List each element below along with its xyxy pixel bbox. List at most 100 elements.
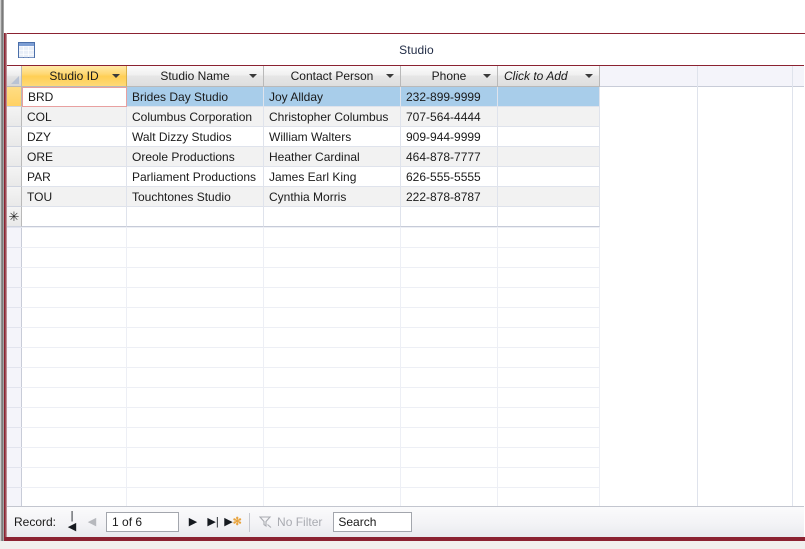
- column-header-label: Studio ID: [49, 69, 99, 83]
- row-selector[interactable]: [7, 87, 22, 107]
- table-row[interactable]: ORE Oreole Productions Heather Cardinal 464…: [7, 147, 600, 167]
- current-record-input[interactable]: 1 of 6: [106, 512, 180, 532]
- empty-row-line: [22, 387, 600, 388]
- cell-studio-id[interactable]: COL: [22, 107, 127, 127]
- right-filler-header: [600, 66, 804, 87]
- empty-selector-line: [7, 467, 22, 468]
- empty-row-line: [22, 267, 600, 268]
- cell-add-new[interactable]: [498, 147, 600, 167]
- cell-contact-person[interactable]: Christopher Columbus: [264, 107, 401, 127]
- chevron-down-icon[interactable]: [386, 74, 394, 78]
- empty-selector-line: [7, 427, 22, 428]
- column-header-studio-id[interactable]: Studio ID: [22, 66, 127, 87]
- cell-phone[interactable]: 626-555-5555: [401, 167, 498, 187]
- empty-selector-line: [7, 407, 22, 408]
- datasheet-grid: Studio ID Studio Name Contact Person Phone C…: [7, 66, 804, 506]
- cell-add-new[interactable]: [498, 87, 600, 107]
- previous-record-button[interactable]: ◀: [82, 512, 102, 532]
- column-header-label: Click to Add: [504, 69, 568, 83]
- cell-studio-name[interactable]: Touchtones Studio: [127, 187, 264, 207]
- cell-add-new[interactable]: [498, 167, 600, 187]
- filter-label: No Filter: [277, 515, 323, 529]
- empty-selector-line: [7, 247, 22, 248]
- cell-studio-id[interactable]: PAR: [22, 167, 127, 187]
- table-row[interactable]: BRD Brides Day Studio Joy Allday 232-899-99…: [7, 87, 600, 107]
- cell-studio-id[interactable]: DZY: [22, 127, 127, 147]
- cell-contact-person[interactable]: William Walters: [264, 127, 401, 147]
- table-row[interactable]: COL Columbus Corporation Christopher Colum…: [7, 107, 600, 127]
- empty-selector-line: [7, 447, 22, 448]
- column-header-row: Studio ID Studio Name Contact Person Phone C…: [7, 66, 600, 87]
- chevron-down-icon[interactable]: [249, 74, 257, 78]
- new-record-star-icon: ✻: [232, 515, 242, 528]
- new-record-cell[interactable]: [401, 207, 498, 227]
- record-navigation-bar: Record: |◀ ◀ 1 of 6 ▶ ▶| ▶ ✻ No Filter Se…: [7, 506, 804, 537]
- chevron-down-icon[interactable]: [112, 74, 120, 78]
- row-selector[interactable]: [7, 107, 22, 127]
- column-header-studio-name[interactable]: Studio Name: [127, 66, 264, 87]
- column-header-contact-person[interactable]: Contact Person: [264, 66, 401, 87]
- tab-label-studio[interactable]: Studio: [7, 43, 804, 57]
- right-filler-divider-1: [697, 66, 698, 506]
- cell-add-new[interactable]: [498, 187, 600, 207]
- row-selector[interactable]: [7, 187, 22, 207]
- empty-row-line: [22, 287, 600, 288]
- cell-add-new[interactable]: [498, 107, 600, 127]
- cell-phone[interactable]: 464-878-7777: [401, 147, 498, 167]
- filter-status[interactable]: No Filter: [257, 515, 330, 529]
- new-record-row[interactable]: ✳: [7, 207, 600, 227]
- new-record-cell[interactable]: [127, 207, 264, 227]
- cell-contact-person[interactable]: Cynthia Morris: [264, 187, 401, 207]
- cell-studio-name[interactable]: Columbus Corporation: [127, 107, 264, 127]
- empty-selector-line: [7, 267, 22, 268]
- document-tab-strip: Studio: [7, 34, 804, 66]
- cell-studio-id[interactable]: TOU: [22, 187, 127, 207]
- empty-selector-line: [7, 287, 22, 288]
- cell-contact-person[interactable]: Heather Cardinal: [264, 147, 401, 167]
- cell-add-new[interactable]: [498, 127, 600, 147]
- column-header-label: Studio Name: [160, 69, 230, 83]
- cell-phone[interactable]: 232-899-9999: [401, 87, 498, 107]
- cell-studio-id[interactable]: BRD: [22, 87, 127, 107]
- cell-studio-name[interactable]: Oreole Productions: [127, 147, 264, 167]
- cell-phone[interactable]: 222-878-8787: [401, 187, 498, 207]
- empty-row-line: [22, 467, 600, 468]
- select-all-corner-button[interactable]: [7, 66, 22, 87]
- column-header-phone[interactable]: Phone: [401, 66, 498, 87]
- cell-phone[interactable]: 707-564-4444: [401, 107, 498, 127]
- chevron-down-icon[interactable]: [483, 74, 491, 78]
- new-record-cell[interactable]: [22, 207, 127, 227]
- chevron-down-icon[interactable]: [585, 74, 593, 78]
- row-selector[interactable]: [7, 147, 22, 167]
- empty-row-line: [22, 307, 600, 308]
- table-row[interactable]: DZY Walt Dizzy Studios William Walters 909-…: [7, 127, 600, 147]
- table-row[interactable]: PAR Parliament Productions James Earl King…: [7, 167, 600, 187]
- record-navigation-controls: Record: |◀ ◀ 1 of 6 ▶ ▶| ▶ ✻ No Filter Se…: [8, 511, 413, 533]
- column-header-click-to-add[interactable]: Click to Add: [498, 66, 600, 87]
- right-filler-divider-2: [792, 66, 793, 506]
- below-window-strip: [0, 541, 805, 549]
- cell-phone[interactable]: 909-944-9999: [401, 127, 498, 147]
- new-record-cell[interactable]: [264, 207, 401, 227]
- empty-row-line: [22, 407, 600, 408]
- search-input[interactable]: Search: [333, 512, 413, 532]
- access-datasheet-window: Studio Studio ID Studio Name Contact Perso…: [0, 0, 805, 549]
- cell-contact-person[interactable]: Joy Allday: [264, 87, 401, 107]
- new-record-asterisk-icon[interactable]: ✳: [7, 207, 22, 227]
- empty-selector-line: [7, 487, 22, 488]
- table-row[interactable]: TOU Touchtones Studio Cynthia Morris 222-87…: [7, 187, 600, 207]
- empty-row-line: [22, 327, 600, 328]
- cell-studio-name[interactable]: Walt Dizzy Studios: [127, 127, 264, 147]
- cell-studio-id[interactable]: ORE: [22, 147, 127, 167]
- cell-studio-name[interactable]: Parliament Productions: [127, 167, 264, 187]
- new-record-button[interactable]: ▶ ✻: [223, 512, 243, 532]
- row-selector[interactable]: [7, 167, 22, 187]
- first-record-button[interactable]: |◀: [62, 511, 82, 533]
- empty-row-line: [22, 447, 600, 448]
- row-selector[interactable]: [7, 127, 22, 147]
- new-record-cell[interactable]: [498, 207, 600, 227]
- cell-studio-name[interactable]: Brides Day Studio: [127, 87, 264, 107]
- cell-contact-person[interactable]: James Earl King: [264, 167, 401, 187]
- next-record-button[interactable]: ▶: [183, 512, 203, 532]
- last-record-button[interactable]: ▶|: [203, 512, 223, 532]
